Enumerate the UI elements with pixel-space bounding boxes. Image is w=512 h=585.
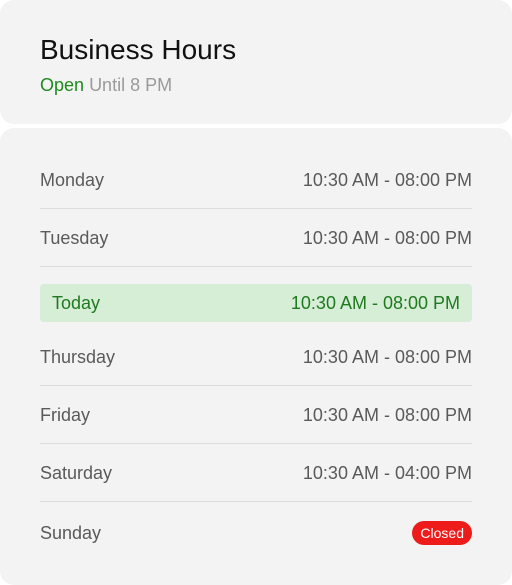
- closed-badge: Closed: [412, 521, 472, 545]
- hours-row-saturday: Saturday 10:30 AM - 04:00 PM: [40, 444, 472, 502]
- page-title: Business Hours: [40, 34, 237, 65]
- day-label: Saturday: [40, 462, 113, 483]
- day-label: Friday: [40, 404, 91, 425]
- hours-row-monday: Monday 10:30 AM - 08:00 PM: [40, 151, 472, 209]
- day-label: Today: [52, 293, 101, 313]
- day-label: Thursday: [40, 346, 116, 367]
- open-status: Open Until 8 PM: [40, 74, 472, 96]
- hours-row-thursday: Thursday 10:30 AM - 08:00 PM: [40, 328, 472, 386]
- day-label: Sunday: [40, 523, 102, 543]
- time-range: 10:30 AM - 04:00 PM: [302, 462, 472, 483]
- time-range: 10:30 AM - 08:00 PM: [302, 169, 472, 190]
- hours-row-friday: Friday 10:30 AM - 08:00 PM: [40, 386, 472, 444]
- time-range: 10:30 AM - 08:00 PM: [302, 404, 472, 425]
- hours-row-tuesday: Tuesday 10:30 AM - 08:00 PM: [40, 209, 472, 267]
- time-range: 10:30 AM - 08:00 PM: [290, 293, 460, 313]
- time-range: 10:30 AM - 08:00 PM: [302, 227, 472, 248]
- day-label: Monday: [40, 169, 105, 190]
- open-label: Open: [40, 75, 85, 95]
- hours-row-sunday: Sunday Closed: [40, 504, 472, 562]
- hours-row-today: Today 10:30 AM - 08:00 PM: [40, 284, 472, 322]
- time-range: 10:30 AM - 08:00 PM: [302, 346, 472, 367]
- hours-list: Monday 10:30 AM - 08:00 PM Tuesday 10:30…: [0, 128, 512, 585]
- until-label: Until 8 PM: [89, 75, 173, 95]
- business-hours-header: Business Hours Open Until 8 PM: [0, 0, 512, 124]
- day-label: Tuesday: [40, 227, 109, 248]
